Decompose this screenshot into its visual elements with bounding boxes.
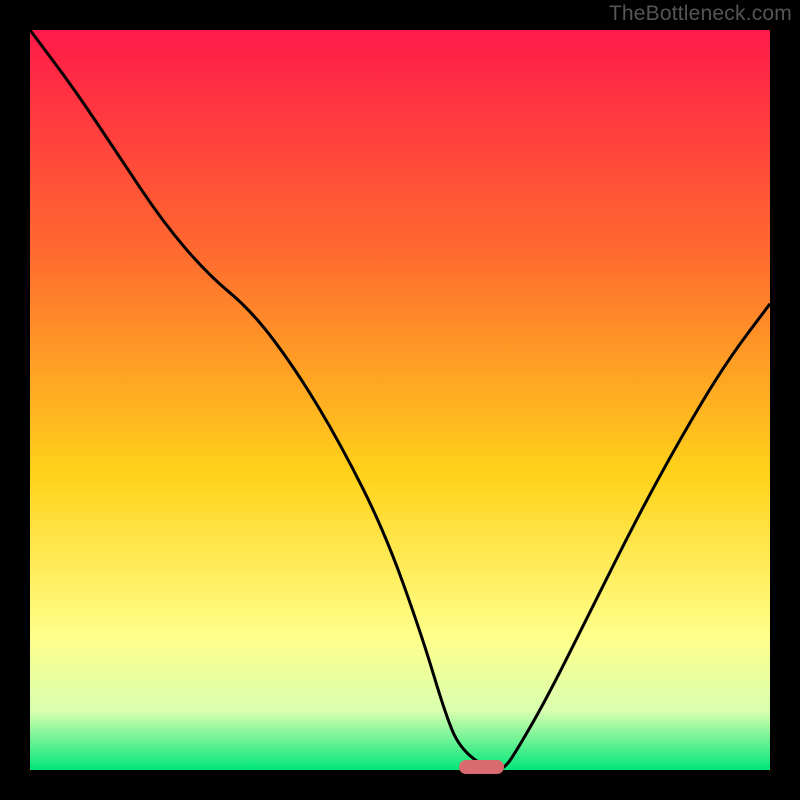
plot-area [30,30,770,770]
gradient-background [30,30,770,770]
bottleneck-chart [30,30,770,770]
chart-frame: TheBottleneck.com [0,0,800,800]
optimal-marker [459,760,503,774]
attribution-label: TheBottleneck.com [609,2,792,26]
